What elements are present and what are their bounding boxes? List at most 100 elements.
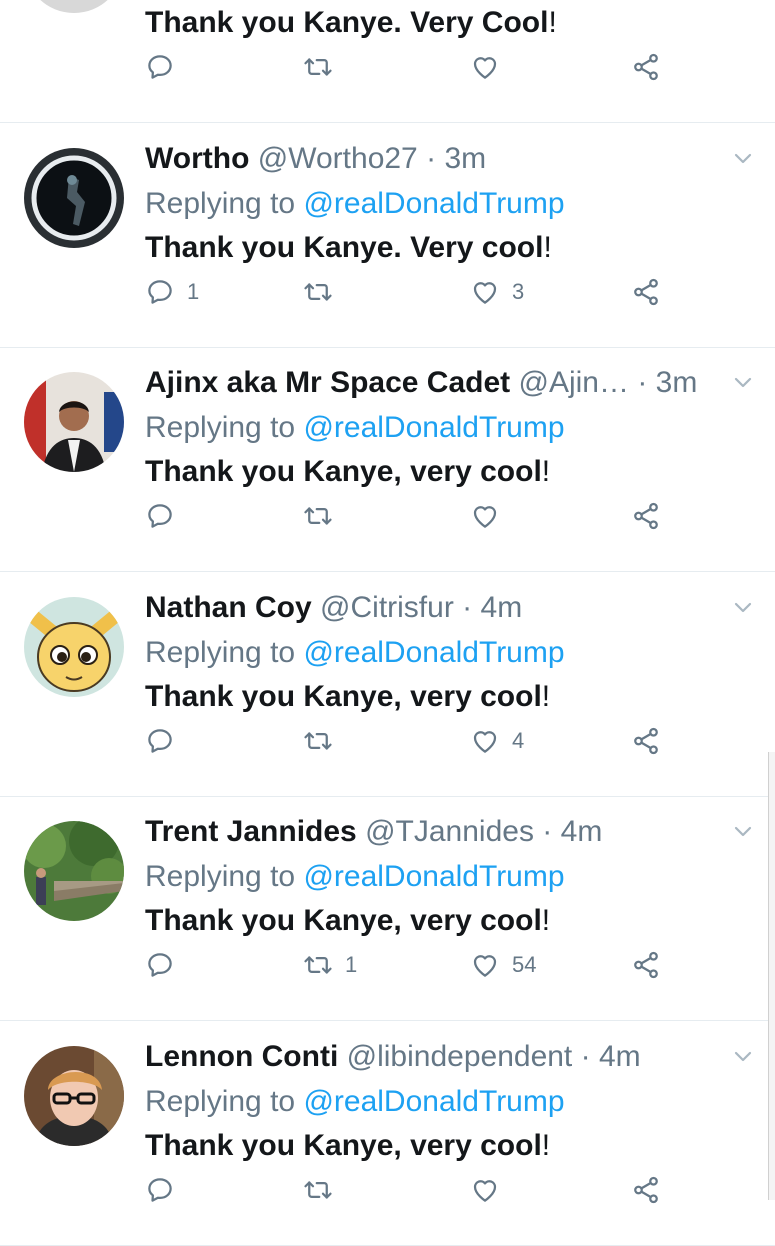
retweet-icon xyxy=(303,501,333,531)
timestamp[interactable]: 3m xyxy=(444,142,486,175)
tweet-actions xyxy=(145,496,705,536)
tweet-text: Thank you Kanye, very cool! xyxy=(145,680,551,713)
reply-icon xyxy=(145,1175,175,1205)
avatar[interactable] xyxy=(24,372,124,472)
retweet-button[interactable] xyxy=(303,496,345,536)
reply-icon xyxy=(145,950,175,980)
mention-link[interactable]: @realDonaldTrump xyxy=(303,636,564,669)
chevron-down-icon[interactable] xyxy=(733,152,753,166)
tweet-card[interactable]: Ajinx aka Mr Space Cadet @Ajin… · 3m Rep… xyxy=(0,348,775,572)
avatar[interactable] xyxy=(24,1046,124,1146)
reply-icon xyxy=(145,277,175,307)
retweet-button[interactable]: 1 xyxy=(303,945,357,985)
mention-link[interactable]: @realDonaldTrump xyxy=(303,411,564,444)
reply-icon xyxy=(145,52,175,82)
separator: · xyxy=(542,815,553,848)
like-button[interactable]: 54 xyxy=(470,945,536,985)
display-name[interactable]: Lennon Conti xyxy=(145,1040,338,1073)
reply-button[interactable]: 1 xyxy=(145,272,199,312)
like-button[interactable]: 4 xyxy=(470,721,524,761)
reply-button[interactable] xyxy=(145,47,187,87)
reply-button[interactable] xyxy=(145,1170,187,1210)
like-count: 54 xyxy=(512,952,537,977)
timestamp[interactable]: 4m xyxy=(481,591,523,624)
share-icon xyxy=(631,52,661,82)
chevron-down-icon[interactable] xyxy=(733,601,753,615)
avatar[interactable] xyxy=(24,597,124,697)
timestamp[interactable]: 4m xyxy=(599,1040,641,1073)
timestamp[interactable]: 4m xyxy=(561,815,603,848)
share-button[interactable] xyxy=(631,721,661,761)
reply-icon xyxy=(145,501,175,531)
avatar[interactable] xyxy=(24,821,124,921)
mention-link[interactable]: @realDonaldTrump xyxy=(303,187,564,220)
display-name[interactable]: Wortho xyxy=(145,142,249,175)
display-name[interactable]: Trent Jannides xyxy=(145,815,357,848)
user-handle[interactable]: @libindependent xyxy=(347,1040,573,1073)
mention-link[interactable]: @realDonaldTrump xyxy=(303,1085,564,1118)
tweet-text: Thank you Kanye. Very cool! xyxy=(145,231,552,264)
retweet-button[interactable] xyxy=(303,1170,345,1210)
reply-button[interactable] xyxy=(145,721,187,761)
retweet-icon xyxy=(303,52,333,82)
like-count: 4 xyxy=(512,728,525,753)
reply-count: 1 xyxy=(187,279,200,304)
like-button[interactable] xyxy=(470,47,512,87)
user-handle[interactable]: @Ajin… xyxy=(519,366,629,399)
share-icon xyxy=(631,726,661,756)
replying-to: Replying to @realDonaldTrump xyxy=(145,1085,565,1118)
tweet-actions xyxy=(145,47,705,87)
share-button[interactable] xyxy=(631,496,661,536)
reply-button[interactable] xyxy=(145,945,187,985)
avatar[interactable] xyxy=(24,148,124,248)
tweet-header: Trent Jannides @TJannides · 4m xyxy=(145,812,715,852)
tweet-card[interactable]: Trent Jannides @TJannides · 4m Replying … xyxy=(0,797,775,1021)
like-count: 3 xyxy=(512,279,525,304)
scrollbar[interactable] xyxy=(768,752,775,1200)
share-button[interactable] xyxy=(631,47,661,87)
share-button[interactable] xyxy=(631,272,661,312)
share-button[interactable] xyxy=(631,945,661,985)
separator: · xyxy=(426,142,437,175)
display-name[interactable]: Ajinx aka Mr Space Cadet xyxy=(145,366,510,399)
chevron-down-icon[interactable] xyxy=(733,1050,753,1064)
like-button[interactable] xyxy=(470,1170,512,1210)
reply-icon xyxy=(145,726,175,756)
share-button[interactable] xyxy=(631,1170,661,1210)
retweet-button[interactable] xyxy=(303,721,345,761)
user-handle[interactable]: @Citrisfur xyxy=(320,591,454,624)
tweet-text: Thank you Kanye, very cool! xyxy=(145,904,551,937)
replying-to: Replying to @realDonaldTrump xyxy=(145,636,565,669)
tweet-card[interactable]: Wortho @Wortho27 · 3m Replying to @realD… xyxy=(0,124,775,348)
retweet-button[interactable] xyxy=(303,47,345,87)
like-button[interactable]: 3 xyxy=(470,272,524,312)
timestamp[interactable]: 3m xyxy=(656,366,698,399)
avatar[interactable] xyxy=(24,0,124,13)
separator: · xyxy=(462,591,473,624)
display-name[interactable]: Nathan Coy xyxy=(145,591,312,624)
heart-icon xyxy=(470,277,500,307)
reply-button[interactable] xyxy=(145,496,187,536)
retweet-icon xyxy=(303,277,333,307)
tweet-actions xyxy=(145,1170,705,1210)
user-handle[interactable]: @Wortho27 xyxy=(258,142,418,175)
tweet-actions: 1 54 xyxy=(145,945,705,985)
retweet-icon xyxy=(303,726,333,756)
share-icon xyxy=(631,950,661,980)
chevron-down-icon[interactable] xyxy=(733,376,753,390)
tweet-card[interactable]: Lennon Conti @libindependent · 4m Replyi… xyxy=(0,1022,775,1246)
retweet-count: 1 xyxy=(345,952,358,977)
share-icon xyxy=(631,1175,661,1205)
tweet-card[interactable]: Thank you Kanye. Very Cool! xyxy=(0,0,775,123)
retweet-button[interactable] xyxy=(303,272,345,312)
user-handle[interactable]: @TJannides xyxy=(365,815,534,848)
retweet-icon xyxy=(303,1175,333,1205)
chevron-down-icon[interactable] xyxy=(733,825,753,839)
like-button[interactable] xyxy=(470,496,512,536)
tweet-header: Nathan Coy @Citrisfur · 4m xyxy=(145,588,715,628)
replying-to: Replying to @realDonaldTrump xyxy=(145,860,565,893)
separator: · xyxy=(580,1040,591,1073)
mention-link[interactable]: @realDonaldTrump xyxy=(303,860,564,893)
share-icon xyxy=(631,277,661,307)
tweet-card[interactable]: Nathan Coy @Citrisfur · 4m Replying to @… xyxy=(0,573,775,797)
